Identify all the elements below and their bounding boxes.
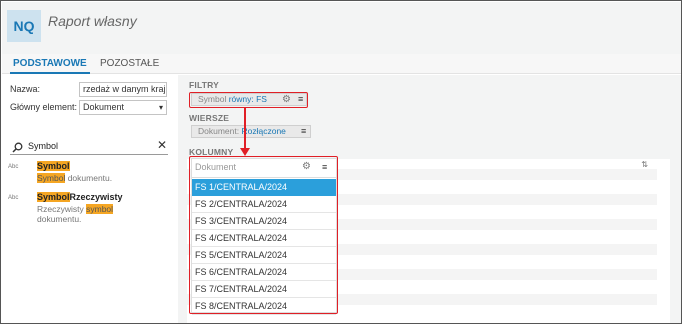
table-row[interactable]: FS 6/CENTRALA/2024 [192,264,336,281]
row-field: Dokument: [198,126,240,136]
filter-value: równy: FS [228,94,267,104]
title-bar: NQ Raport własny [2,2,681,54]
rows-heading: WIERSZE [189,113,230,123]
table-row[interactable]: FS 1/CENTRALA/2024 [192,179,336,196]
table-row[interactable]: FS 3/CENTRALA/2024 [192,213,336,230]
result-title: Symbol [37,161,70,171]
main-element-value: Dokument [83,102,125,112]
main-element-select[interactable]: Dokument ▾ [79,100,167,115]
tab-other[interactable]: POZOSTAŁE [100,56,159,74]
name-field[interactable]: rzedaż w danym kraju [79,82,167,97]
table-row[interactable]: FS 4/CENTRALA/2024 [192,230,336,247]
main-element-label: Główny element: [10,102,78,112]
filters-heading: FILTRY [189,80,219,90]
list-item[interactable]: Abc Symbol Symbol dokumentu. [8,161,168,187]
left-panel: Nazwa: rzedaż w danym kraju Główny eleme… [2,75,174,323]
table-row[interactable]: FS 2/CENTRALA/2024 [192,196,336,213]
app-logo: NQ [7,10,41,42]
table-row[interactable]: FS 7/CENTRALA/2024 [192,281,336,298]
columns-panel: Dokument ⚙ ≡ FS 1/CENTRALA/2024 FS 2/CENT… [191,158,337,315]
gear-icon[interactable]: ⚙ [282,94,291,105]
row-value: Rozłączone [241,126,286,136]
search-box[interactable]: Symbol ✕ [10,138,168,155]
chevron-down-icon: ▾ [158,103,163,112]
name-label: Nazwa: [10,84,41,94]
annotation-arrow [244,108,246,148]
row-chip[interactable]: Dokument: Rozłączone ≡ [191,125,311,138]
gear-icon[interactable]: ⚙ [302,161,311,172]
menu-icon[interactable]: ≡ [301,126,306,137]
filter-field: Symbol [198,94,227,104]
tab-bar: PODSTAWOWE POZOSTAŁE [2,54,681,74]
menu-icon[interactable]: ≡ [322,162,327,172]
close-icon[interactable]: ✕ [157,138,167,152]
result-title: SymbolRzeczywisty [37,192,123,202]
column-title: Dokument [195,162,237,172]
table-row[interactable]: FS 8/CENTRALA/2024 [192,298,336,315]
search-input[interactable]: Symbol [28,141,58,151]
list-item[interactable]: Abc SymbolRzeczywisty Rzeczywisty symbol… [8,192,168,226]
result-description-line2: dokumentu. [37,214,82,224]
search-icon [12,142,23,153]
page-title: Raport własny [48,13,137,29]
app-window: NQ Raport własny PODSTAWOWE POZOSTAŁE Na… [0,0,682,324]
annotation-arrow-head [240,148,250,156]
sort-icon[interactable]: ⇅ [641,160,648,169]
result-description: Rzeczywisty symbol [37,204,114,214]
table-row[interactable]: FS 5/CENTRALA/2024 [192,247,336,264]
column-header[interactable]: Dokument ⚙ ≡ [192,159,336,178]
tab-basic[interactable]: PODSTAWOWE [10,56,90,74]
text-type-icon: Abc [8,164,19,170]
menu-icon[interactable]: ≡ [298,94,303,105]
columns-heading: KOLUMNY [189,147,234,157]
result-description: Symbol dokumentu. [37,173,113,183]
filter-chip[interactable]: Symbol równy: FS ⚙ ≡ [191,93,307,106]
text-type-icon: Abc [8,195,19,201]
